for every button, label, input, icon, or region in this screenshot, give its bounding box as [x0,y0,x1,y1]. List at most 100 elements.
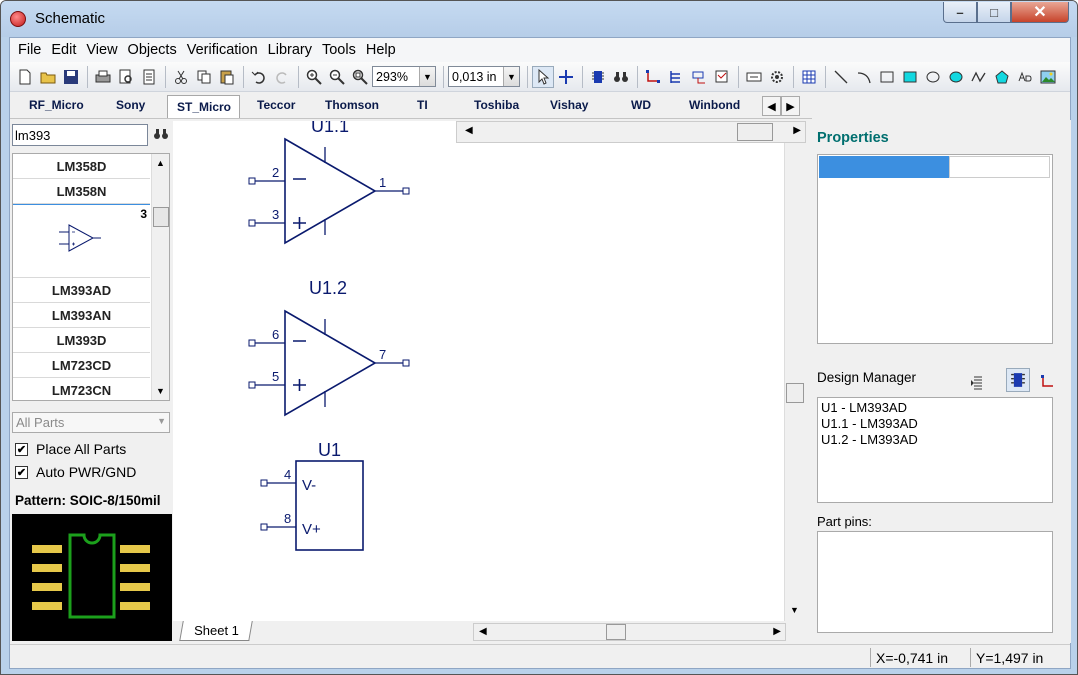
text-icon[interactable] [1014,66,1036,88]
scroll-left-icon[interactable]: ◀ [465,125,473,136]
properties-selected-cell[interactable] [819,156,949,178]
redo-icon[interactable] [271,66,293,88]
scroll-left-icon[interactable]: ◀ [479,626,487,637]
tab-ti[interactable]: TI [417,98,428,112]
print-preview-icon[interactable] [115,66,137,88]
scroll-down-icon[interactable]: ▼ [790,605,799,615]
scroll-right-icon[interactable]: ▶ [773,626,781,637]
save-icon[interactable] [60,66,82,88]
minimize-button[interactable]: – [943,2,977,23]
cut-icon[interactable] [170,66,192,88]
list-item[interactable]: U1 - LM393AD [821,400,1049,416]
tab-next-button[interactable]: ▶ [781,96,800,116]
binoculars-icon[interactable] [610,66,632,88]
scroll-thumb[interactable] [606,624,626,640]
undo-icon[interactable] [248,66,270,88]
list-item[interactable]: U1.1 - LM393AD [821,416,1049,432]
wire-icon[interactable] [1040,374,1056,390]
menu-view[interactable]: View [81,42,122,58]
select-arrow-icon[interactable] [532,65,554,88]
binoculars-icon[interactable] [153,126,169,142]
menu-objects[interactable]: Objects [123,42,182,58]
auto-pwr-gnd-checkbox[interactable]: ✔ Auto PWR/GND [15,463,165,481]
properties-value-cell[interactable] [949,156,1050,178]
part-list[interactable]: LM358D LM358N 3 LM393AD LM393AN LM393D L… [12,153,170,401]
zoom-out-icon[interactable] [326,66,348,88]
gear-chip-icon[interactable] [766,66,788,88]
component-icon[interactable] [587,66,609,88]
text-box-icon[interactable] [743,66,765,88]
netlist-icon[interactable] [711,66,733,88]
tab-rf-micro[interactable]: RF_Micro [29,98,84,112]
open-folder-icon[interactable] [37,66,59,88]
scroll-down-icon[interactable]: ▼ [156,386,165,396]
vertical-scrollbar[interactable]: ▼ [784,143,805,621]
list-item[interactable]: LM723CN [13,378,150,400]
filled-rectangle-icon[interactable] [899,66,921,88]
horizontal-scrollbar-top[interactable]: ◀ ▶ [456,121,806,143]
sheet-tab[interactable]: Sheet 1 [179,621,253,641]
parts-filter-select[interactable]: All Parts ▼ [12,412,170,433]
zoom-fit-icon[interactable] [349,66,371,88]
scroll-up-icon[interactable]: ▲ [156,158,165,168]
wire-icon[interactable] [642,66,664,88]
menu-file[interactable]: File [13,42,46,58]
scroll-right-icon[interactable]: ▶ [793,125,801,136]
scroll-thumb[interactable] [737,123,773,141]
ellipse-icon[interactable] [922,66,944,88]
polyline-icon[interactable] [968,66,990,88]
net-label-icon[interactable] [688,66,710,88]
part-list-scrollbar[interactable]: ▲ ▼ [151,154,169,400]
maximize-button[interactable]: □ [977,2,1011,23]
list-item[interactable]: LM393AD [13,278,150,303]
scroll-thumb[interactable] [786,383,804,403]
bus-icon[interactable] [665,66,687,88]
collapse-icon[interactable] [970,375,986,391]
close-button[interactable]: ✕ [1011,2,1069,23]
schematic-canvas[interactable]: U1.1 2 3 1 U1.2 6 5 7 U1 4 8 V- V+ [173,116,805,642]
tab-wd[interactable]: WD [631,98,651,112]
component-icon[interactable] [1006,368,1030,392]
list-item[interactable]: LM723CD [13,353,150,378]
polygon-icon[interactable] [991,66,1013,88]
list-item[interactable]: LM358N [13,179,150,204]
horizontal-scrollbar-bottom[interactable]: ◀ ▶ [473,623,786,641]
tab-prev-button[interactable]: ◀ [762,96,781,116]
part-preview[interactable]: 3 [13,204,150,278]
crosshair-icon[interactable] [555,66,577,88]
tab-teccor[interactable]: Teccor [257,98,295,112]
tab-toshiba[interactable]: Toshiba [474,98,519,112]
tab-thomson[interactable]: Thomson [325,98,379,112]
design-manager-list[interactable]: U1 - LM393AD U1.1 - LM393AD U1.2 - LM393… [817,397,1053,503]
zoom-select[interactable]: 293% ▼ [372,66,436,87]
menu-edit[interactable]: Edit [46,42,81,58]
scroll-thumb[interactable] [153,207,169,227]
arc-icon[interactable] [853,66,875,88]
menu-verification[interactable]: Verification [182,42,263,58]
grid-icon[interactable] [798,66,820,88]
list-item[interactable]: U1.2 - LM393AD [821,432,1049,448]
part-pins-list[interactable] [817,531,1053,633]
new-file-icon[interactable] [14,66,36,88]
menu-library[interactable]: Library [263,42,317,58]
paste-icon[interactable] [216,66,238,88]
tab-sony[interactable]: Sony [116,98,145,112]
tab-st-micro[interactable]: ST_Micro [167,95,241,118]
print-icon[interactable] [92,66,114,88]
document-icon[interactable] [138,66,160,88]
image-icon[interactable] [1037,66,1059,88]
line-icon[interactable] [830,66,852,88]
place-all-parts-checkbox[interactable]: ✔ Place All Parts [15,440,165,458]
rectangle-icon[interactable] [876,66,898,88]
list-item[interactable]: LM393D [13,328,150,353]
menu-help[interactable]: Help [361,42,401,58]
filled-ellipse-icon[interactable] [945,66,967,88]
grid-select[interactable]: 0,013 in ▼ [448,66,520,87]
part-search-input[interactable] [12,124,148,146]
tab-vishay[interactable]: Vishay [550,98,588,112]
tab-winbond[interactable]: Winbond [689,98,740,112]
zoom-in-icon[interactable] [303,66,325,88]
properties-grid[interactable] [817,154,1053,344]
list-item[interactable]: LM393AN [13,303,150,328]
list-item[interactable]: LM358D [13,154,150,179]
